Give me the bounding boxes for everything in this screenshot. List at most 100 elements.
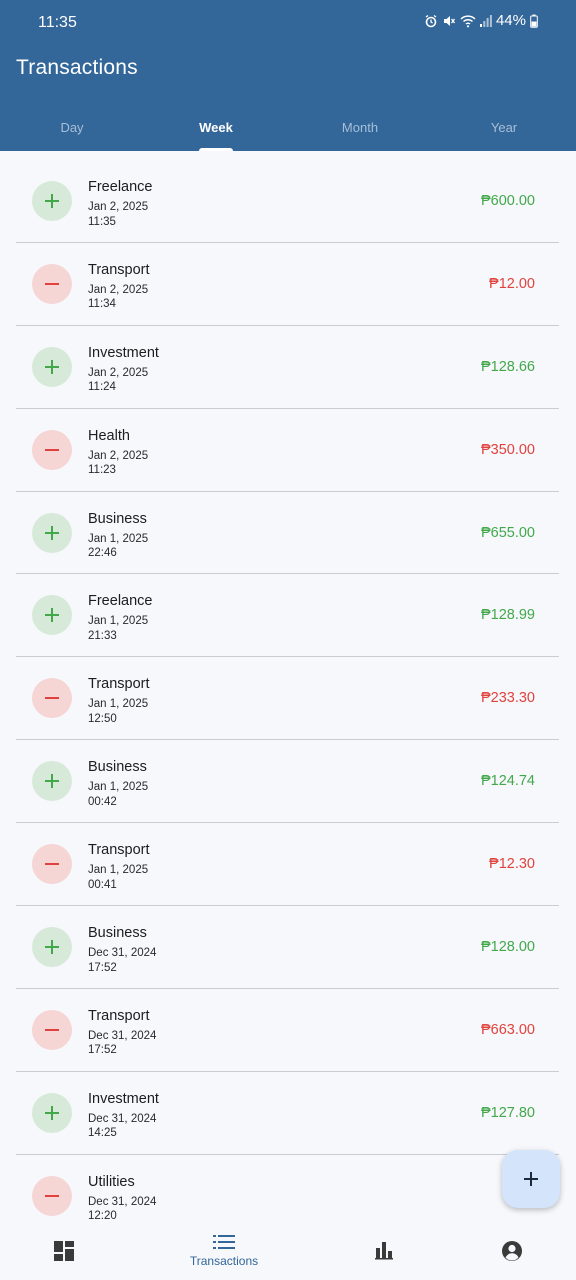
- transaction-time: 17:52: [88, 1044, 117, 1057]
- minus-icon: [45, 1028, 59, 1031]
- transaction-row[interactable]: Health Jan 2, 2025 11:23 ₱350.00: [16, 409, 559, 492]
- page-title: Transactions: [16, 56, 138, 79]
- plus-icon: [45, 194, 59, 208]
- income-indicator: [32, 1092, 72, 1133]
- transaction-time: 11:35: [88, 215, 116, 228]
- transaction-datetime: Jan 1, 2025 00:41: [88, 863, 148, 892]
- transaction-datetime: Dec 31, 2024 17:52: [88, 1029, 156, 1058]
- status-bar: 11:35 44%: [0, 0, 576, 46]
- transaction-row[interactable]: Business Jan 1, 2025 22:46 ₱655.00: [16, 492, 559, 575]
- battery-percent: 44%: [495, 12, 526, 29]
- status-time: 11:35: [38, 14, 77, 31]
- transaction-row[interactable]: Investment Dec 31, 2024 14:25 ₱127.80: [16, 1072, 559, 1155]
- income-indicator: [32, 927, 72, 968]
- plus-icon: [45, 1105, 59, 1120]
- transaction-category: Transport: [88, 676, 150, 693]
- transaction-row[interactable]: Business Dec 31, 2024 17:52 ₱128.00: [16, 906, 559, 989]
- transaction-time: 12:50: [88, 712, 117, 725]
- income-indicator: [32, 181, 72, 221]
- transaction-list[interactable]: Freelance Jan 2, 2025 11:35 ₱600.00 Transpor…: [16, 160, 559, 1220]
- transaction-category: Transport: [88, 261, 150, 278]
- transaction-datetime: Dec 31, 2024 17:52: [88, 946, 156, 975]
- expense-indicator: [32, 1009, 72, 1050]
- nav-account[interactable]: [462, 1220, 562, 1280]
- transaction-date: Jan 2, 2025: [88, 449, 149, 462]
- transaction-row[interactable]: UtilitiesDec 31, 202412:20₱14: [16, 1155, 559, 1220]
- transaction-datetime: Jan 1, 2025 00:42: [88, 780, 148, 809]
- transaction-amount: ₱12.30: [489, 856, 535, 873]
- signal-icon: [479, 14, 492, 28]
- transaction-row[interactable]: Transport Jan 2, 2025 11:34 ₱12.00: [16, 243, 559, 326]
- transaction-category: Transport: [88, 842, 150, 859]
- minus-icon: [45, 282, 59, 285]
- plus-icon: [45, 525, 59, 540]
- transaction-amount: ₱663.00: [480, 1021, 535, 1038]
- nav-transactions-label: Transactions: [189, 1254, 259, 1268]
- expense-indicator: [32, 263, 72, 304]
- list-icon: [213, 1235, 235, 1249]
- transaction-row[interactable]: Transport Dec 31, 2024 17:52 ₱663.00: [16, 989, 559, 1072]
- transaction-time: 11:23: [88, 464, 116, 477]
- transaction-category: Investment: [88, 344, 159, 361]
- tab-week[interactable]: Week: [144, 104, 288, 151]
- tab-year[interactable]: Year: [432, 104, 576, 151]
- transaction-amount: ₱655.00: [480, 524, 535, 541]
- transaction-time: 21:33: [88, 629, 117, 642]
- tab-month[interactable]: Month: [288, 104, 432, 151]
- transaction-category: Business: [88, 925, 147, 942]
- transaction-date: Jan 1, 2025: [88, 781, 149, 794]
- plus-icon: [524, 1172, 538, 1186]
- transaction-datetime: Jan 2, 2025 11:24: [88, 366, 148, 395]
- transaction-time: 11:24: [88, 381, 116, 394]
- minus-icon: [45, 863, 59, 866]
- expense-indicator: [32, 429, 72, 470]
- transaction-amount: ₱127.80: [480, 1104, 535, 1121]
- transaction-amount: ₱128.66: [480, 358, 535, 375]
- transaction-date: Jan 2, 2025: [88, 366, 149, 379]
- plus-icon: [45, 359, 59, 374]
- transaction-time: 22:46: [88, 547, 117, 560]
- transaction-datetime: Jan 1, 2025 22:46: [88, 532, 148, 561]
- expense-indicator: [32, 1175, 72, 1216]
- transaction-date: Jan 2, 2025: [88, 201, 149, 213]
- add-transaction-button[interactable]: [502, 1150, 560, 1208]
- status-icons: 44%: [424, 12, 538, 29]
- transaction-row[interactable]: Investment Jan 2, 2025 11:24 ₱128.66: [16, 326, 559, 409]
- transaction-row[interactable]: Business Jan 1, 2025 00:42 ₱124.74: [16, 740, 559, 824]
- expense-indicator: [32, 678, 72, 719]
- transaction-time: 12:20: [88, 1210, 117, 1220]
- transaction-date: Jan 1, 2025: [88, 698, 149, 711]
- transaction-category: Utilities: [88, 1173, 135, 1190]
- transaction-datetime: Dec 31, 2024 12:20: [88, 1195, 156, 1220]
- transaction-amount: ₱600.00: [480, 193, 535, 209]
- bottom-nav: Transactions: [0, 1220, 576, 1280]
- transaction-date: Dec 31, 2024: [88, 1112, 157, 1125]
- transaction-amount: ₱128.00: [480, 939, 535, 956]
- transaction-datetime: Jan 2, 2025 11:23: [88, 449, 148, 478]
- plus-icon: [45, 774, 59, 789]
- transaction-date: Dec 31, 2024: [88, 1029, 157, 1042]
- nav-dashboard[interactable]: [14, 1220, 114, 1280]
- transaction-date: Dec 31, 2024: [88, 947, 157, 960]
- transaction-date: Jan 1, 2025: [88, 532, 149, 545]
- nav-statistics[interactable]: [334, 1220, 434, 1280]
- income-indicator: [32, 512, 72, 553]
- account-icon: [502, 1241, 522, 1261]
- period-tabs: Day Week Month Year: [0, 104, 576, 151]
- transaction-time: 00:42: [88, 795, 117, 808]
- transaction-row[interactable]: Transport Jan 1, 2025 12:50 ₱233.30: [16, 657, 559, 741]
- transaction-datetime: Jan 2, 2025 11:34: [88, 283, 148, 312]
- income-indicator: [32, 346, 72, 387]
- transaction-row[interactable]: Transport Jan 1, 2025 00:41 ₱12.30: [16, 823, 559, 907]
- transaction-row[interactable]: Freelance Jan 1, 2025 21:33 ₱128.99: [16, 574, 559, 658]
- tab-day[interactable]: Day: [0, 104, 144, 151]
- transaction-datetime: Jan 1, 2025 21:33: [88, 614, 148, 643]
- minus-icon: [45, 1194, 59, 1197]
- transaction-date: Jan 2, 2025: [88, 283, 149, 296]
- minus-icon: [45, 448, 59, 451]
- dashboard-icon: [54, 1241, 74, 1261]
- transaction-row[interactable]: Freelance Jan 2, 2025 11:35 ₱600.00: [16, 160, 559, 243]
- transaction-category: Freelance: [88, 179, 153, 195]
- nav-transactions[interactable]: Transactions: [174, 1220, 274, 1280]
- transaction-category: Transport: [88, 1007, 150, 1024]
